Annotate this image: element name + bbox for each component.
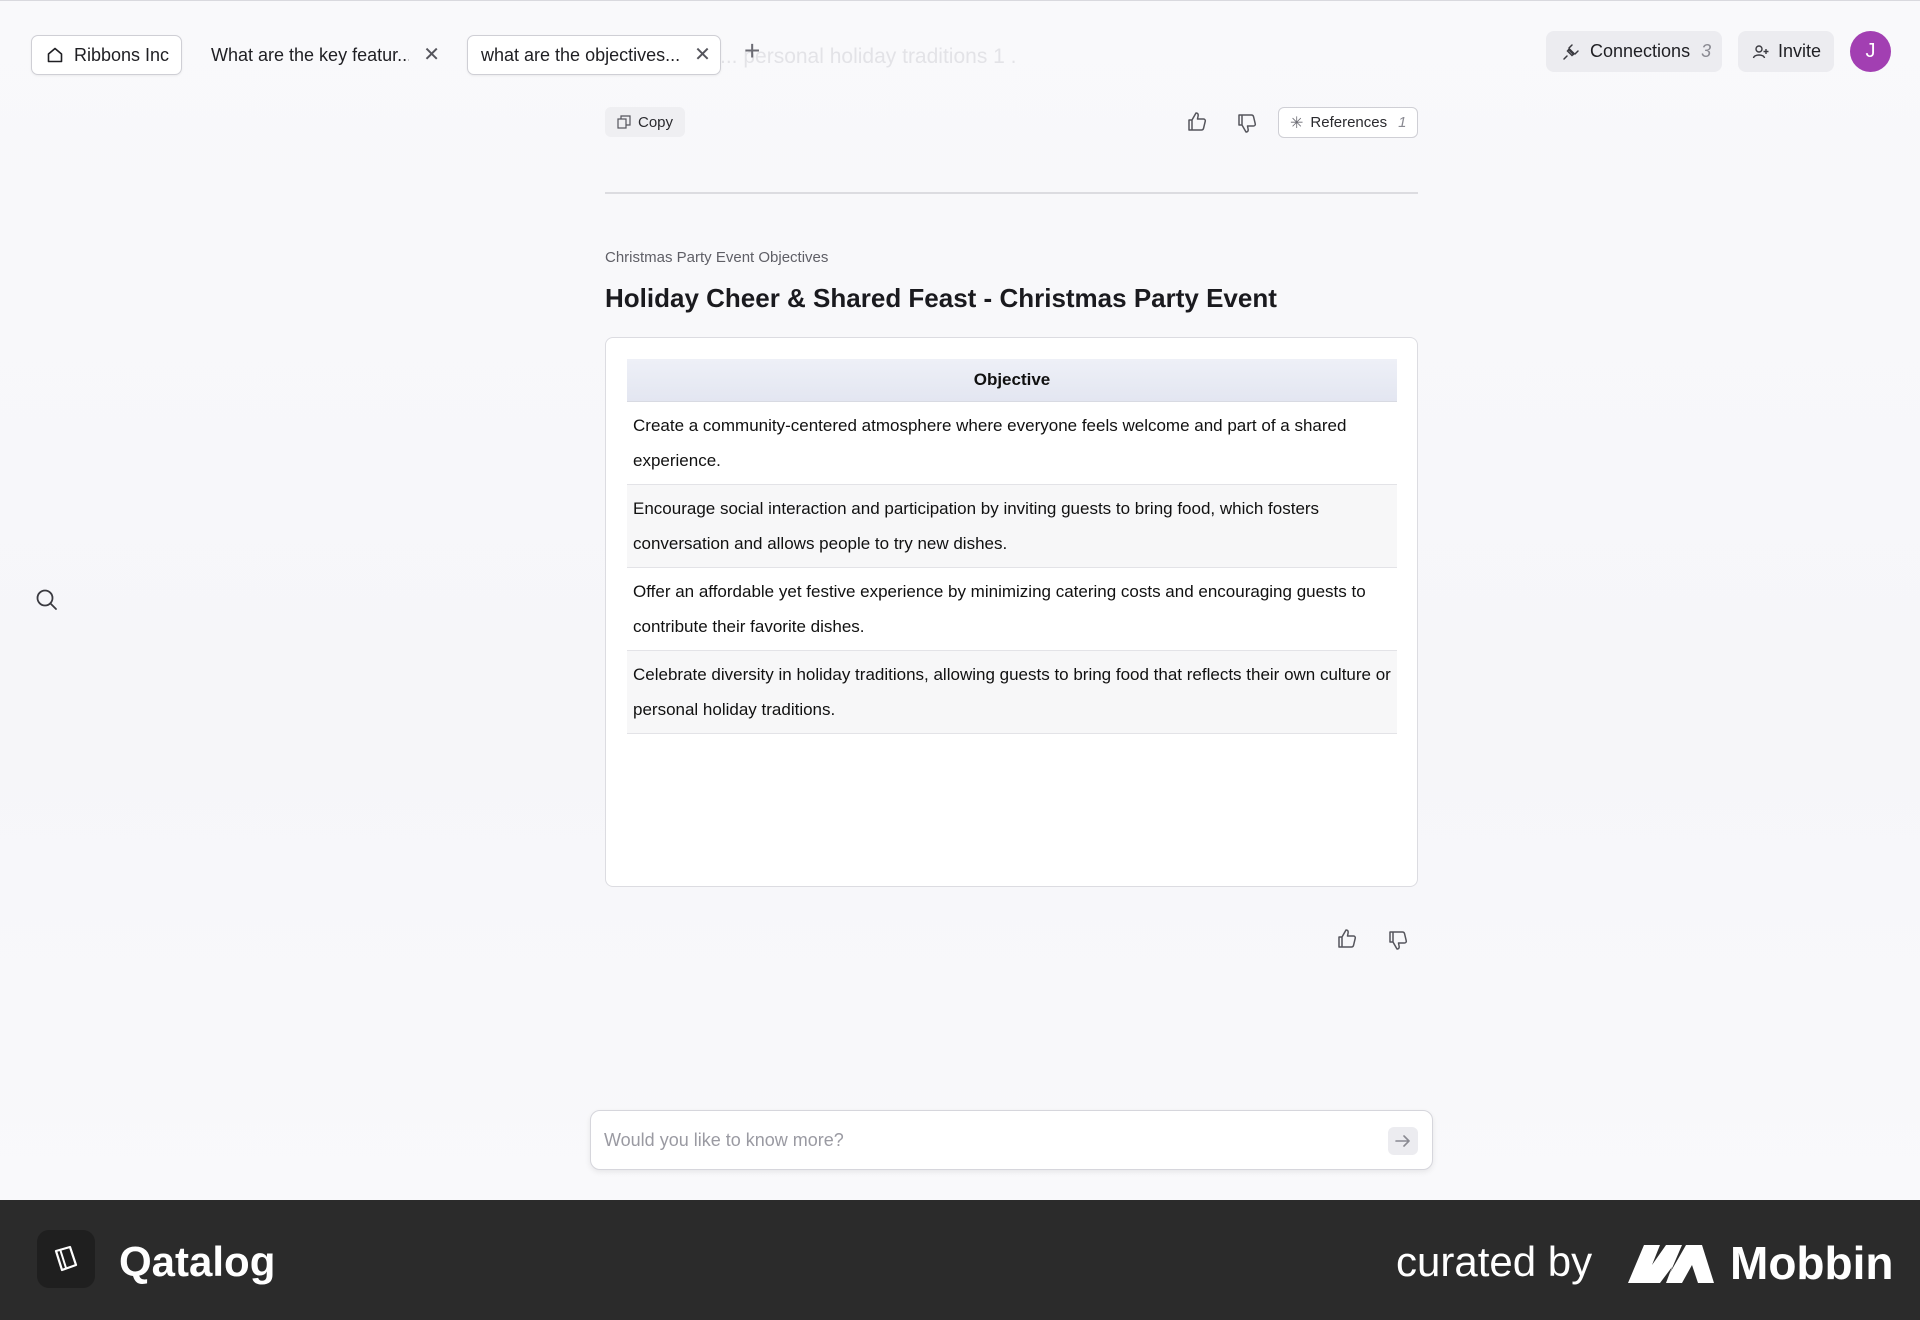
document-subtitle: Christmas Party Event Objectives [605,249,829,266]
footer-brand: Qatalog [119,1238,276,1285]
copy-button[interactable]: Copy [605,107,686,137]
table-row: Encourage social interaction and partici… [627,484,1397,568]
table-row: Celebrate diversity in holiday tradition… [627,650,1397,734]
connections-button[interactable]: Connections 3 [1546,31,1722,72]
add-tab-button[interactable]: + [744,37,760,65]
asterisk-icon: ✳ [1290,114,1304,132]
tab-key-features[interactable]: What are the key featur... ✕ [196,35,440,75]
qatalog-logo-icon [37,1230,95,1288]
mobbin-mark-icon [1626,1241,1716,1285]
copy-label: Copy [638,113,674,131]
table-row: Offer an affordable yet festive experien… [627,567,1397,651]
table-cell: Offer an affordable yet festive experien… [627,567,1397,651]
thumbs-down-icon[interactable] [1386,928,1410,952]
ghost-scrolled-text: ... personal holiday traditions 1 . [720,45,1017,68]
tab-home[interactable]: Ribbons Inc [31,35,182,75]
avatar[interactable]: J [1850,31,1891,72]
objectives-card: Objective Create a community-centered at… [605,337,1418,887]
arrow-right-icon [1395,1134,1411,1148]
app-window: ... personal holiday traditions 1 . Ribb… [0,0,1920,1200]
references-button[interactable]: ✳ References 1 [1278,107,1418,138]
references-label: References [1310,114,1388,131]
copy-icon [617,115,631,129]
footer-banner: Qatalog curated by Mobbin [0,1200,1920,1320]
mobbin-logo: Mobbin [1626,1236,1894,1290]
thumbs-up-icon[interactable] [1335,927,1359,951]
plug-icon [1561,42,1581,62]
objectives-table: Objective Create a community-centered at… [627,359,1397,734]
connections-count: 3 [1701,41,1712,61]
home-icon [46,46,64,64]
close-icon[interactable]: ✕ [694,45,711,65]
table-cell: Create a community-centered atmosphere w… [627,401,1397,485]
references-count: 1 [1398,114,1407,131]
thumbs-down-icon[interactable] [1235,111,1259,135]
table-cell: Encourage social interaction and partici… [627,484,1397,568]
footer-partner: Mobbin [1730,1237,1894,1289]
chat-box [590,1110,1433,1170]
table-cell: Celebrate diversity in holiday tradition… [627,650,1397,734]
avatar-initial: J [1865,40,1876,62]
tab-label: what are the objectives... [481,44,681,65]
send-button[interactable] [1388,1127,1418,1155]
search-icon[interactable] [34,587,60,613]
tab-label: What are the key featur... [211,44,410,65]
column-header-objective: Objective [627,359,1397,402]
add-user-icon [1752,43,1770,61]
invite-button[interactable]: Invite [1738,31,1834,72]
invite-label: Invite [1778,41,1822,61]
tab-objectives[interactable]: what are the objectives... ✕ [467,35,721,75]
divider [605,192,1418,194]
tab-home-label: Ribbons Inc [74,44,170,65]
connections-label: Connections [1590,41,1691,61]
table-row: Create a community-centered atmosphere w… [627,401,1397,485]
document-title: Holiday Cheer & Shared Feast - Christmas… [605,283,1277,313]
chat-input[interactable] [604,1129,1364,1151]
footer-curated-label: curated by [1396,1238,1593,1285]
thumbs-up-icon[interactable] [1185,110,1209,134]
table-header-row: Objective [627,359,1397,402]
close-icon[interactable]: ✕ [423,45,440,65]
